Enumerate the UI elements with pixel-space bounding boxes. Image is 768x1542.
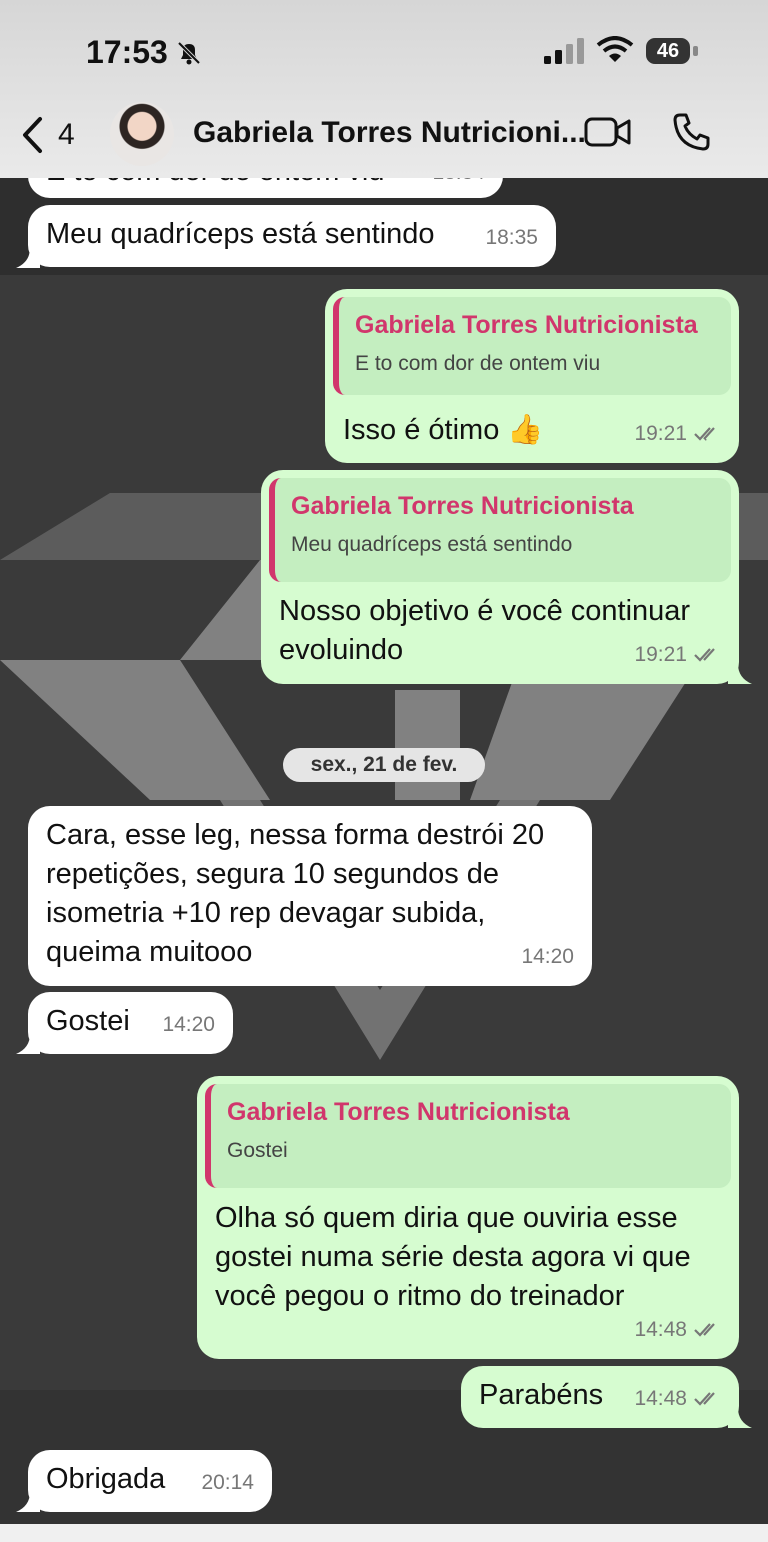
message-meta: 14:48 (634, 1379, 721, 1418)
unread-count: 4 (58, 118, 75, 151)
read-receipt-icon (694, 1322, 715, 1337)
bubble-tail (728, 664, 752, 684)
reply-quote[interactable]: Gabriela Torres Nutricionista Meu quadrí… (269, 478, 731, 582)
message-meta: 19:21 (634, 414, 721, 453)
phone-icon[interactable] (672, 112, 712, 152)
quote-author: Gabriela Torres Nutricionista (291, 492, 634, 520)
message-time: 18:35 (485, 226, 538, 249)
message-time: 20:14 (201, 1471, 254, 1494)
message-time: 14:20 (162, 1013, 215, 1036)
bubble-tail (16, 1034, 40, 1054)
message-text: Nosso objetivo é você continuar evoluind… (279, 595, 691, 666)
avatar[interactable] (110, 102, 174, 166)
message-time: 14:48 (634, 1318, 687, 1341)
message-time: 14:20 (521, 945, 574, 968)
reply-quote[interactable]: Gabriela Torres Nutricionista Gostei (205, 1084, 731, 1188)
wifi-icon (596, 36, 634, 62)
status-time: 17:53 (86, 34, 168, 70)
bubble-tail (728, 1408, 752, 1428)
date-separator: sex., 21 de fev. (283, 748, 485, 782)
chevron-left-icon (23, 117, 42, 153)
message-text: Meu quadríceps está sentindo (46, 218, 435, 250)
battery-indicator: 46 (646, 38, 690, 64)
outgoing-message[interactable]: Gabriela Torres Nutricionista Gostei Olh… (197, 1076, 739, 1359)
bubble-tail (16, 1492, 40, 1512)
back-button[interactable]: 4 (20, 112, 75, 158)
message-text: Gostei (46, 1005, 130, 1037)
read-receipt-icon (694, 647, 715, 662)
message-text: Cara, esse leg, nessa forma destrói 20 r… (46, 819, 545, 968)
message-text: Parabéns (479, 1379, 604, 1411)
chat-header: 17:53 46 4 Gabriela Torres Nutricioni... (0, 0, 768, 178)
chat-area[interactable]: E to com dor de ontem viu 18:34 Meu quad… (0, 0, 768, 1542)
outgoing-message[interactable]: Parabéns 14:48 (461, 1366, 739, 1428)
signal-icon (544, 38, 584, 64)
message-text: Isso é ótimo 👍 (343, 414, 544, 446)
message-meta: 19:21 (634, 635, 721, 674)
quote-author: Gabriela Torres Nutricionista (355, 311, 698, 339)
battery-tip (693, 46, 698, 56)
message-time: 19:21 (634, 422, 687, 445)
message-text: Obrigada (46, 1463, 166, 1495)
message-meta: 14:48 (634, 1310, 721, 1349)
quote-text: Meu quadríceps está sentindo (291, 533, 573, 556)
quote-text: E to com dor de ontem viu (355, 352, 601, 375)
bell-off-icon (177, 41, 201, 65)
incoming-message[interactable]: Cara, esse leg, nessa forma destrói 20 r… (28, 806, 592, 986)
read-receipt-icon (694, 426, 715, 441)
read-receipt-icon (694, 1391, 715, 1406)
input-bar[interactable] (0, 1524, 768, 1542)
incoming-message[interactable]: Obrigada 20:14 (28, 1450, 272, 1512)
bubble-tail (16, 248, 40, 268)
outgoing-message[interactable]: Gabriela Torres Nutricionista Meu quadrí… (261, 470, 739, 684)
incoming-message[interactable]: Meu quadríceps está sentindo 18:35 (28, 205, 556, 267)
message-text: Olha só quem diria que ouviria esse gost… (215, 1202, 691, 1312)
message-time: 14:48 (634, 1387, 687, 1410)
incoming-message[interactable]: Gostei 14:20 (28, 992, 233, 1054)
contact-name[interactable]: Gabriela Torres Nutricioni... (193, 116, 586, 150)
message-time: 19:21 (634, 643, 687, 666)
video-call-icon[interactable] (584, 114, 632, 150)
quote-author: Gabriela Torres Nutricionista (227, 1098, 570, 1126)
outgoing-message[interactable]: Gabriela Torres Nutricionista E to com d… (325, 289, 739, 463)
reply-quote[interactable]: Gabriela Torres Nutricionista E to com d… (333, 297, 731, 395)
quote-text: Gostei (227, 1139, 288, 1162)
